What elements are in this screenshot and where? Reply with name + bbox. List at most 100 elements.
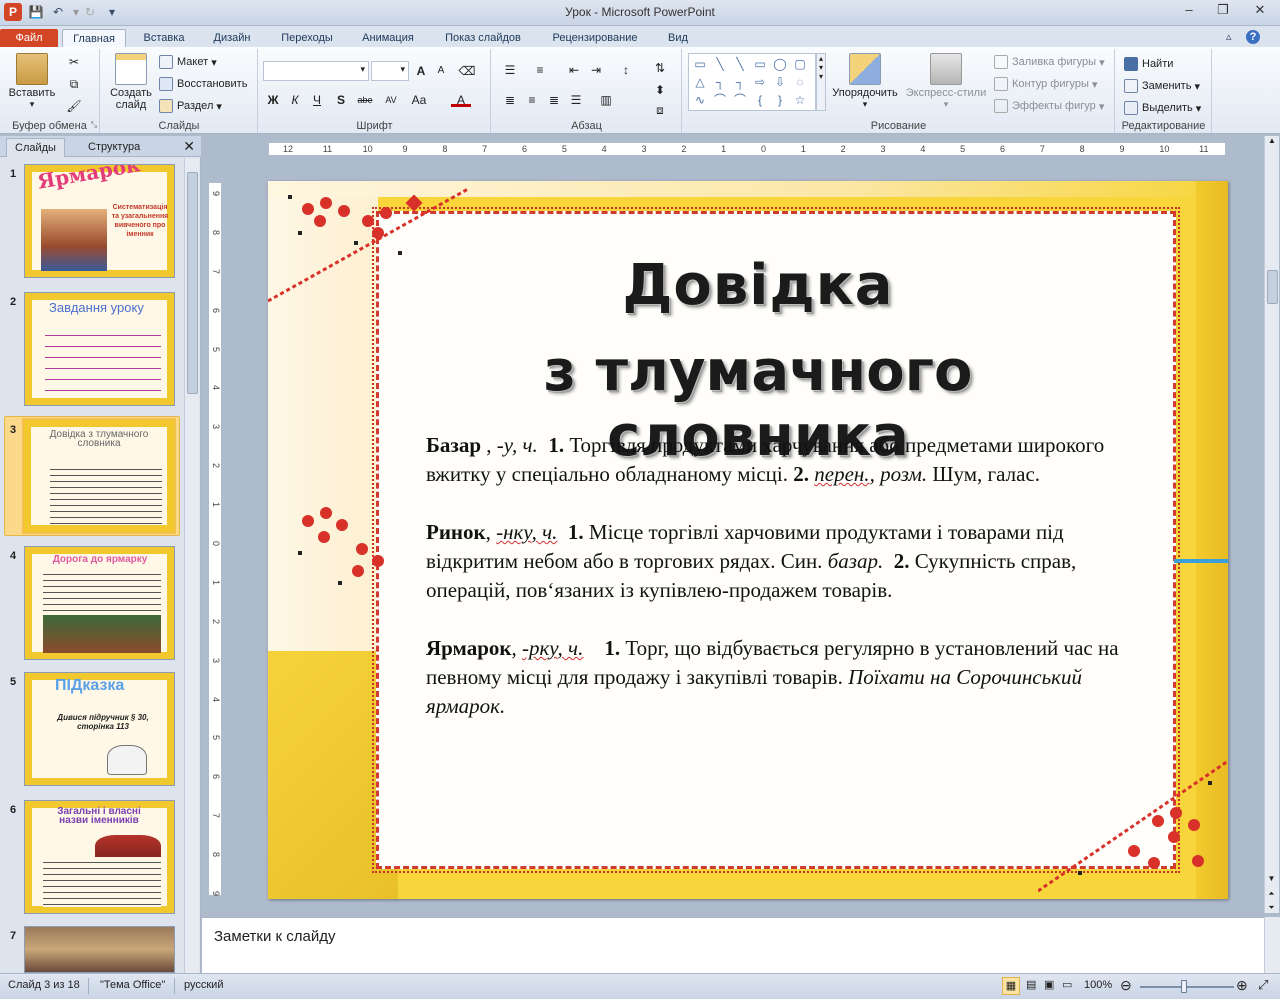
shape-brace-right-icon[interactable]: } xyxy=(771,92,789,108)
minimize-ribbon-icon[interactable]: ▵ xyxy=(1226,30,1232,43)
decrease-indent-icon[interactable]: ⇤ xyxy=(564,61,584,79)
slide-body-text[interactable]: Базар , -у, ч. 1. Торгівля продуктами ха… xyxy=(426,431,1156,750)
align-left-icon[interactable]: ≣ xyxy=(500,91,520,109)
tab-view[interactable]: Вид xyxy=(656,29,700,48)
arrange-dropdown-icon[interactable]: ▾ xyxy=(828,99,902,110)
shape-arrow-right-icon[interactable]: ⇨ xyxy=(751,74,769,90)
shape-textbox-icon[interactable]: ▭ xyxy=(691,56,709,72)
shape-rectangle-icon[interactable]: ▭ xyxy=(751,56,769,72)
next-slide-icon[interactable]: ⏷ xyxy=(1265,903,1278,913)
increase-indent-icon[interactable]: ⇥ xyxy=(586,61,606,79)
normal-view-icon[interactable]: ▦ xyxy=(1002,977,1020,995)
tab-slides[interactable]: Слайды xyxy=(6,138,65,157)
shape-callout-icon[interactable]: ◌ xyxy=(791,74,809,90)
previous-slide-icon[interactable]: ⏶ xyxy=(1265,889,1278,899)
slide-scroll-thumb[interactable] xyxy=(1267,270,1278,304)
shape-arrow-down-icon[interactable]: ⇩ xyxy=(771,74,789,90)
slideshow-view-icon[interactable]: ▭ xyxy=(1062,978,1072,991)
bold-button[interactable]: Ж xyxy=(263,91,283,109)
language-indicator[interactable]: русский xyxy=(184,979,223,991)
theme-name[interactable]: "Тема Office" xyxy=(100,979,165,991)
select-button[interactable]: Выделить ▾ xyxy=(1124,101,1201,115)
copy-icon[interactable]: ⧉ xyxy=(64,75,84,93)
slide-thumbnail-6[interactable]: Загальні і власні назви іменників xyxy=(24,800,175,914)
tab-slideshow[interactable]: Показ слайдов xyxy=(432,29,534,48)
arrange-button[interactable]: Упорядочить ▾ xyxy=(828,53,902,110)
shape-line2-icon[interactable]: ╲ xyxy=(731,56,749,72)
tab-design[interactable]: Дизайн xyxy=(202,29,262,48)
slides-panel-scroll-thumb[interactable] xyxy=(187,172,198,394)
reset-button[interactable]: Восстановить xyxy=(159,77,247,91)
new-slide-button[interactable]: Создать слайд xyxy=(107,53,155,111)
slide-title-line1[interactable]: Довідка xyxy=(388,253,1128,318)
shape-effects-button[interactable]: Эффекты фигур ▾ xyxy=(994,99,1104,113)
shape-arc-icon[interactable]: ⌒ xyxy=(731,92,749,108)
clipboard-launcher-icon[interactable]: ⤡ xyxy=(91,120,97,130)
font-size-dropdown-icon[interactable]: ▾ xyxy=(400,64,405,75)
slide-thumbnail-2[interactable]: Завдання уроку xyxy=(24,292,175,406)
fit-to-window-icon[interactable]: ⤢ xyxy=(1258,977,1268,993)
notes-pane[interactable]: Заметки к слайду xyxy=(202,917,1264,973)
cut-icon[interactable]: ✂ xyxy=(64,53,84,71)
smartart-icon[interactable]: ⧈ xyxy=(650,101,670,119)
tab-insert[interactable]: Вставка xyxy=(134,29,194,48)
notes-placeholder[interactable]: Заметки к слайду xyxy=(214,928,336,945)
shape-freeform-icon[interactable]: ⌒ xyxy=(711,92,729,108)
char-spacing-button[interactable]: AV xyxy=(381,91,401,109)
align-text-icon[interactable]: ⬍ xyxy=(650,81,670,99)
shape-star-icon[interactable]: ☆ xyxy=(791,92,809,108)
shape-curve-icon[interactable]: ∿ xyxy=(691,92,709,108)
shape-fill-button[interactable]: Заливка фигуры ▾ xyxy=(994,55,1105,69)
close-panel-icon[interactable]: ✕ xyxy=(183,138,195,155)
text-shadow-button[interactable]: S xyxy=(331,91,351,109)
maximize-button[interactable]: ❐ xyxy=(1208,0,1238,20)
align-right-icon[interactable]: ≣ xyxy=(544,91,564,109)
zoom-in-icon[interactable]: ⊕ xyxy=(1236,977,1248,994)
shape-outline-button[interactable]: Контур фигуры ▾ xyxy=(994,77,1098,91)
shape-triangle-icon[interactable]: △ xyxy=(691,74,709,90)
slide-canvas[interactable]: Довідка з тлумачного словника Базар , -у… xyxy=(268,181,1228,899)
line-spacing-icon[interactable]: ↕ xyxy=(616,61,636,79)
quick-styles-dropdown-icon[interactable]: ▾ xyxy=(904,99,988,110)
shapes-gallery-scroll[interactable]: ▴ ▾ ▾ xyxy=(816,53,826,111)
grow-font-button[interactable]: A xyxy=(411,62,431,80)
reading-view-icon[interactable]: ▣ xyxy=(1044,978,1054,991)
shrink-font-button[interactable]: A xyxy=(431,62,451,80)
bullets-icon[interactable]: ☰ xyxy=(500,61,520,79)
tab-animations[interactable]: Анимация xyxy=(352,29,424,48)
tab-outline[interactable]: Структура xyxy=(80,138,148,157)
tab-home[interactable]: Главная xyxy=(62,29,126,48)
scroll-up-icon[interactable]: ▲ xyxy=(1265,136,1279,145)
find-button[interactable]: Найти xyxy=(1124,57,1173,71)
tab-transitions[interactable]: Переходы xyxy=(270,29,344,48)
vertical-ruler[interactable]: 9 8 7 6 5 4 3 2 1 0 1 2 3 4 5 6 7 8 9 xyxy=(208,182,222,896)
shape-oval-icon[interactable]: ◯ xyxy=(771,56,789,72)
zoom-slider-track[interactable] xyxy=(1140,986,1234,988)
italic-button[interactable]: К xyxy=(285,91,305,109)
section-button[interactable]: Раздел ▾ xyxy=(159,99,222,113)
layout-button[interactable]: Макет ▾ xyxy=(159,55,217,69)
shape-brace-left-icon[interactable]: { xyxy=(751,92,769,108)
shape-elbow-icon[interactable]: ┐ xyxy=(711,74,729,90)
tab-file[interactable]: Файл xyxy=(0,29,58,48)
horizontal-ruler[interactable]: 1211109876543210123456789101112 xyxy=(268,142,1226,156)
numbering-icon[interactable]: ≡ xyxy=(530,61,550,79)
font-family-combo[interactable]: ▾ xyxy=(263,61,369,81)
underline-button[interactable]: Ч xyxy=(307,91,327,109)
replace-button[interactable]: Заменить ▾ xyxy=(1124,79,1200,93)
justify-icon[interactable]: ☰ xyxy=(566,91,586,109)
scroll-down-icon[interactable]: ▼ xyxy=(1265,874,1278,883)
help-icon[interactable]: ? xyxy=(1246,30,1260,44)
quick-styles-button[interactable]: Экспресс-стили ▾ xyxy=(904,53,988,110)
slide-thumbnail-4[interactable]: Дорога до ярмарку xyxy=(24,546,175,660)
text-direction-icon[interactable]: ⇅ xyxy=(650,59,670,77)
slide-sorter-view-icon[interactable]: ▤ xyxy=(1026,978,1036,991)
paste-dropdown-icon[interactable]: ▾ xyxy=(6,99,58,110)
notes-scrollbar[interactable] xyxy=(1264,917,1280,973)
tab-review[interactable]: Рецензирование xyxy=(542,29,648,48)
zoom-slider-thumb[interactable] xyxy=(1181,980,1187,993)
close-window-button[interactable]: ✕ xyxy=(1242,0,1278,20)
slide-thumbnail-5[interactable]: ПІДказка Дивися підручник § 30, сторінка… xyxy=(24,672,175,786)
minimize-button[interactable]: – xyxy=(1174,0,1204,20)
slide-thumbnail-1[interactable]: Ярмарок Систематизація та узагальнення в… xyxy=(24,164,175,278)
